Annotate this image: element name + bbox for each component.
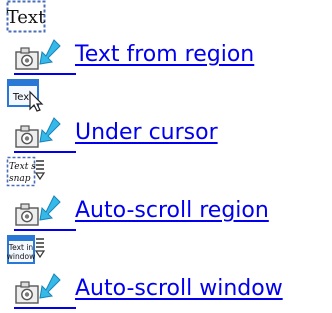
menu-item-auto-scroll-window[interactable]: Text in window Auto-scroll window <box>0 234 332 312</box>
svg-text:Text in: Text in <box>8 243 34 252</box>
auto-scroll-region-icon: Text s snap <box>6 156 46 187</box>
menu-item-under-cursor[interactable]: Tex Under cursor <box>0 78 332 156</box>
under-cursor-icon: Tex <box>7 79 44 112</box>
svg-text:window: window <box>7 252 35 261</box>
menu-item-text-from-region[interactable]: Text Text from region <box>0 0 332 78</box>
under-cursor-link[interactable]: Under cursor <box>75 120 218 146</box>
text-region-icon: Text <box>6 0 46 33</box>
camera-icon <box>15 117 61 148</box>
svg-text:Text: Text <box>7 7 46 28</box>
link-underline-lead <box>14 229 76 231</box>
svg-text:snap: snap <box>9 174 31 184</box>
link-underline-lead <box>14 307 76 309</box>
link-underline-lead <box>14 73 76 75</box>
svg-text:Tex: Tex <box>12 92 29 103</box>
camera-icon <box>15 39 61 70</box>
camera-icon <box>15 195 61 226</box>
menu-item-auto-scroll-region[interactable]: Text s snap Auto-scroll region <box>0 156 332 234</box>
link-underline-lead <box>14 151 76 153</box>
svg-text:Text s: Text s <box>9 162 36 172</box>
camera-icon <box>15 273 61 304</box>
auto-scroll-window-icon: Text in window <box>7 235 46 264</box>
auto-scroll-window-link[interactable]: Auto-scroll window <box>75 276 283 302</box>
auto-scroll-region-link[interactable]: Auto-scroll region <box>75 198 269 224</box>
text-from-region-link[interactable]: Text from region <box>75 42 254 68</box>
